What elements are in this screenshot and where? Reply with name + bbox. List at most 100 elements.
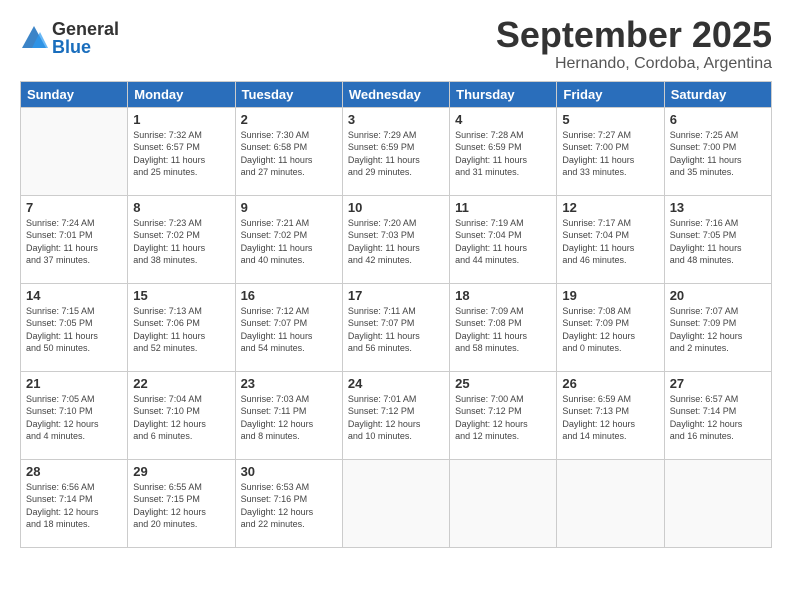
day-number: 19 <box>562 288 658 303</box>
header-wednesday: Wednesday <box>342 81 449 107</box>
day-info: Sunrise: 7:27 AM Sunset: 7:00 PM Dayligh… <box>562 129 658 179</box>
table-row: 16 Sunrise: 7:12 AM Sunset: 7:07 PM Dayli… <box>235 283 342 371</box>
table-row: 17 Sunrise: 7:11 AM Sunset: 7:07 PM Dayli… <box>342 283 449 371</box>
day-number: 16 <box>241 288 337 303</box>
table-row: 1 Sunrise: 7:32 AM Sunset: 6:57 PM Daylig… <box>128 107 235 195</box>
day-number: 17 <box>348 288 444 303</box>
day-number: 1 <box>133 112 229 127</box>
day-info: Sunrise: 7:32 AM Sunset: 6:57 PM Dayligh… <box>133 129 229 179</box>
table-row: 30 Sunrise: 6:53 AM Sunset: 7:16 PM Dayli… <box>235 459 342 547</box>
table-row <box>450 459 557 547</box>
table-row: 27Sunrise: 6:57 AM Sunset: 7:14 PM Dayli… <box>664 371 771 459</box>
day-info: Sunrise: 6:53 AM Sunset: 7:16 PM Dayligh… <box>241 481 337 531</box>
day-number: 13 <box>670 200 766 215</box>
day-info: Sunrise: 7:25 AM Sunset: 7:00 PM Dayligh… <box>670 129 766 179</box>
day-number: 21 <box>26 376 122 391</box>
day-number: 15 <box>133 288 229 303</box>
day-info: Sunrise: 7:03 AM Sunset: 7:11 PM Dayligh… <box>241 393 337 443</box>
day-info: Sunrise: 7:30 AM Sunset: 6:58 PM Dayligh… <box>241 129 337 179</box>
calendar-week-3: 21 Sunrise: 7:05 AM Sunset: 7:10 PM Dayli… <box>21 371 772 459</box>
day-number: 9 <box>241 200 337 215</box>
table-row: 7 Sunrise: 7:24 AM Sunset: 7:01 PM Daylig… <box>21 195 128 283</box>
day-info: Sunrise: 7:12 AM Sunset: 7:07 PM Dayligh… <box>241 305 337 355</box>
day-info: Sunrise: 7:16 AM Sunset: 7:05 PM Dayligh… <box>670 217 766 267</box>
table-row: 19 Sunrise: 7:08 AM Sunset: 7:09 PM Dayli… <box>557 283 664 371</box>
day-info: Sunrise: 7:24 AM Sunset: 7:01 PM Dayligh… <box>26 217 122 267</box>
table-row: 25 Sunrise: 7:00 AM Sunset: 7:12 PM Dayli… <box>450 371 557 459</box>
day-number: 18 <box>455 288 551 303</box>
day-number: 6 <box>670 112 766 127</box>
day-number: 29 <box>133 464 229 479</box>
day-info: Sunrise: 6:59 AM Sunset: 7:13 PM Dayligh… <box>562 393 658 443</box>
table-row <box>664 459 771 547</box>
table-row: 20Sunrise: 7:07 AM Sunset: 7:09 PM Dayli… <box>664 283 771 371</box>
header-tuesday: Tuesday <box>235 81 342 107</box>
table-row: 14 Sunrise: 7:15 AM Sunset: 7:05 PM Dayli… <box>21 283 128 371</box>
day-info: Sunrise: 7:04 AM Sunset: 7:10 PM Dayligh… <box>133 393 229 443</box>
calendar-header-row: Sunday Monday Tuesday Wednesday Thursday… <box>21 81 772 107</box>
table-row: 24 Sunrise: 7:01 AM Sunset: 7:12 PM Dayli… <box>342 371 449 459</box>
table-row: 10Sunrise: 7:20 AM Sunset: 7:03 PM Dayli… <box>342 195 449 283</box>
day-info: Sunrise: 7:00 AM Sunset: 7:12 PM Dayligh… <box>455 393 551 443</box>
day-number: 2 <box>241 112 337 127</box>
location: Hernando, Cordoba, Argentina <box>496 55 772 73</box>
day-info: Sunrise: 7:17 AM Sunset: 7:04 PM Dayligh… <box>562 217 658 267</box>
day-info: Sunrise: 7:23 AM Sunset: 7:02 PM Dayligh… <box>133 217 229 267</box>
day-info: Sunrise: 7:08 AM Sunset: 7:09 PM Dayligh… <box>562 305 658 355</box>
day-info: Sunrise: 7:29 AM Sunset: 6:59 PM Dayligh… <box>348 129 444 179</box>
table-row <box>342 459 449 547</box>
header-friday: Friday <box>557 81 664 107</box>
day-number: 11 <box>455 200 551 215</box>
calendar-week-1: 7 Sunrise: 7:24 AM Sunset: 7:01 PM Daylig… <box>21 195 772 283</box>
table-row <box>21 107 128 195</box>
day-number: 22 <box>133 376 229 391</box>
title-area: September 2025 Hernando, Cordoba, Argent… <box>496 15 772 73</box>
day-number: 28 <box>26 464 122 479</box>
day-number: 24 <box>348 376 444 391</box>
table-row: 21 Sunrise: 7:05 AM Sunset: 7:10 PM Dayli… <box>21 371 128 459</box>
table-row: 8Sunrise: 7:23 AM Sunset: 7:02 PM Daylig… <box>128 195 235 283</box>
day-info: Sunrise: 6:57 AM Sunset: 7:14 PM Dayligh… <box>670 393 766 443</box>
table-row: 22 Sunrise: 7:04 AM Sunset: 7:10 PM Dayli… <box>128 371 235 459</box>
table-row: 6 Sunrise: 7:25 AM Sunset: 7:00 PM Daylig… <box>664 107 771 195</box>
logo-icon <box>20 24 48 52</box>
table-row: 23Sunrise: 7:03 AM Sunset: 7:11 PM Dayli… <box>235 371 342 459</box>
table-row: 26 Sunrise: 6:59 AM Sunset: 7:13 PM Dayli… <box>557 371 664 459</box>
table-row: 12Sunrise: 7:17 AM Sunset: 7:04 PM Dayli… <box>557 195 664 283</box>
day-number: 5 <box>562 112 658 127</box>
logo-text: General Blue <box>52 20 119 56</box>
header-saturday: Saturday <box>664 81 771 107</box>
table-row: 13 Sunrise: 7:16 AM Sunset: 7:05 PM Dayli… <box>664 195 771 283</box>
table-row: 29 Sunrise: 6:55 AM Sunset: 7:15 PM Dayli… <box>128 459 235 547</box>
table-row: 9 Sunrise: 7:21 AM Sunset: 7:02 PM Daylig… <box>235 195 342 283</box>
day-info: Sunrise: 7:15 AM Sunset: 7:05 PM Dayligh… <box>26 305 122 355</box>
header: General Blue September 2025 Hernando, Co… <box>20 15 772 73</box>
day-number: 14 <box>26 288 122 303</box>
table-row: 3Sunrise: 7:29 AM Sunset: 6:59 PM Daylig… <box>342 107 449 195</box>
table-row: 2 Sunrise: 7:30 AM Sunset: 6:58 PM Daylig… <box>235 107 342 195</box>
table-row: 28 Sunrise: 6:56 AM Sunset: 7:14 PM Dayli… <box>21 459 128 547</box>
table-row: 15Sunrise: 7:13 AM Sunset: 7:06 PM Dayli… <box>128 283 235 371</box>
day-number: 26 <box>562 376 658 391</box>
table-row <box>557 459 664 547</box>
table-row: 5 Sunrise: 7:27 AM Sunset: 7:00 PM Daylig… <box>557 107 664 195</box>
header-thursday: Thursday <box>450 81 557 107</box>
header-sunday: Sunday <box>21 81 128 107</box>
day-info: Sunrise: 7:01 AM Sunset: 7:12 PM Dayligh… <box>348 393 444 443</box>
day-info: Sunrise: 7:05 AM Sunset: 7:10 PM Dayligh… <box>26 393 122 443</box>
day-number: 25 <box>455 376 551 391</box>
day-number: 7 <box>26 200 122 215</box>
calendar-table: Sunday Monday Tuesday Wednesday Thursday… <box>20 81 772 548</box>
page: General Blue September 2025 Hernando, Co… <box>0 0 792 612</box>
logo-general: General <box>52 20 119 38</box>
day-info: Sunrise: 7:09 AM Sunset: 7:08 PM Dayligh… <box>455 305 551 355</box>
day-info: Sunrise: 7:19 AM Sunset: 7:04 PM Dayligh… <box>455 217 551 267</box>
month-title: September 2025 <box>496 15 772 55</box>
day-info: Sunrise: 6:55 AM Sunset: 7:15 PM Dayligh… <box>133 481 229 531</box>
day-info: Sunrise: 7:21 AM Sunset: 7:02 PM Dayligh… <box>241 217 337 267</box>
day-info: Sunrise: 6:56 AM Sunset: 7:14 PM Dayligh… <box>26 481 122 531</box>
day-info: Sunrise: 7:28 AM Sunset: 6:59 PM Dayligh… <box>455 129 551 179</box>
day-number: 30 <box>241 464 337 479</box>
day-info: Sunrise: 7:11 AM Sunset: 7:07 PM Dayligh… <box>348 305 444 355</box>
table-row: 4Sunrise: 7:28 AM Sunset: 6:59 PM Daylig… <box>450 107 557 195</box>
